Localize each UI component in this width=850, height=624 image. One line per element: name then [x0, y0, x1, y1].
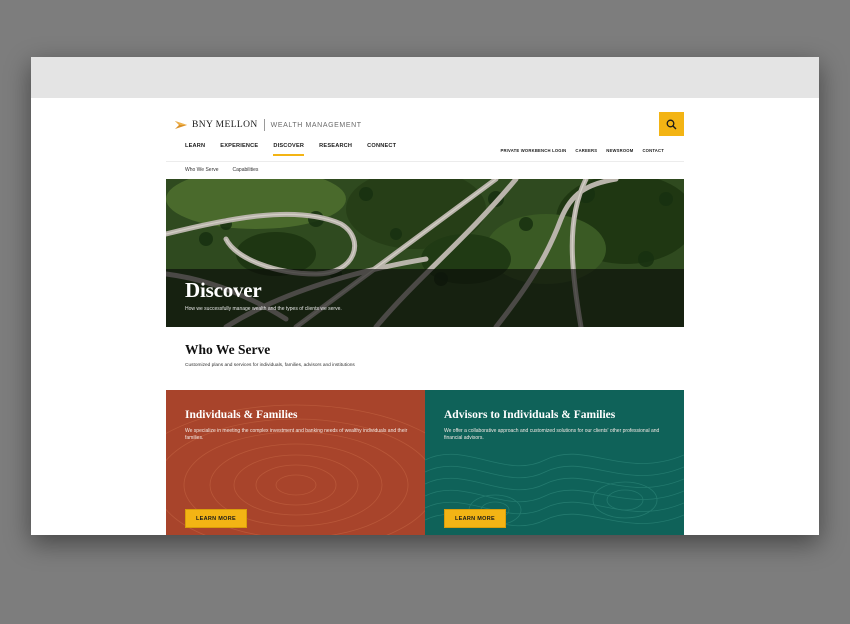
sub-nav: Who We Serve Capabilities: [185, 167, 272, 173]
learn-more-button[interactable]: LEARN MORE: [444, 509, 506, 528]
browser-toolbar: [31, 57, 819, 98]
main-nav: LEARN EXPERIENCE DISCOVER RESEARCH CONNE…: [185, 143, 411, 156]
card-advisors: Advisors to Individuals & Families We of…: [425, 390, 684, 535]
subnav-capabilities[interactable]: Capabilities: [233, 167, 259, 173]
utility-nav: PRIVATE WORKBENCH LOGIN CAREERS NEWSROOM…: [491, 148, 664, 153]
section-subtitle: Customized plans and services for indivi…: [185, 363, 355, 368]
browser-window: BNY MELLON WEALTH MANAGEMENT LEARN EXPER…: [31, 57, 819, 535]
brand-name: BNY MELLON: [192, 120, 258, 130]
nav-experience[interactable]: EXPERIENCE: [220, 143, 258, 156]
nav-connect[interactable]: CONNECT: [367, 143, 396, 156]
hero-subtitle: How we successfully manage wealth and th…: [185, 306, 342, 312]
card-description: We specialize in meeting the complex inv…: [185, 428, 408, 441]
util-careers[interactable]: CAREERS: [575, 148, 597, 153]
util-contact[interactable]: CONTACT: [642, 148, 664, 153]
subnav-who-we-serve[interactable]: Who We Serve: [185, 167, 219, 173]
util-newsroom[interactable]: NEWSROOM: [606, 148, 633, 153]
card-description: We offer a collaborative approach and cu…: [444, 428, 660, 441]
card-individuals-families: Individuals & Families We specialize in …: [166, 390, 425, 535]
logo-divider: [263, 119, 265, 131]
learn-more-button[interactable]: LEARN MORE: [185, 509, 247, 528]
search-icon: [666, 119, 677, 129]
nav-research[interactable]: RESEARCH: [319, 143, 352, 156]
card-title: Advisors to Individuals & Families: [444, 409, 616, 421]
brand-arrow-icon: [175, 121, 187, 129]
brand-division: WEALTH MANAGEMENT: [270, 121, 362, 129]
logo[interactable]: BNY MELLON WEALTH MANAGEMENT: [175, 118, 362, 132]
website: BNY MELLON WEALTH MANAGEMENT LEARN EXPER…: [166, 112, 684, 535]
util-private-workbench-login[interactable]: PRIVATE WORKBENCH LOGIN: [500, 148, 566, 153]
card-title: Individuals & Families: [185, 409, 298, 421]
hero-banner: Discover How we successfully manage weal…: [166, 179, 684, 327]
section-title: Who We Serve: [185, 342, 271, 357]
nav-learn[interactable]: LEARN: [185, 143, 205, 156]
nav-discover[interactable]: DISCOVER: [273, 143, 305, 156]
nav-divider: [166, 161, 684, 162]
search-button[interactable]: [659, 112, 684, 136]
hero-title: Discover: [185, 278, 262, 302]
